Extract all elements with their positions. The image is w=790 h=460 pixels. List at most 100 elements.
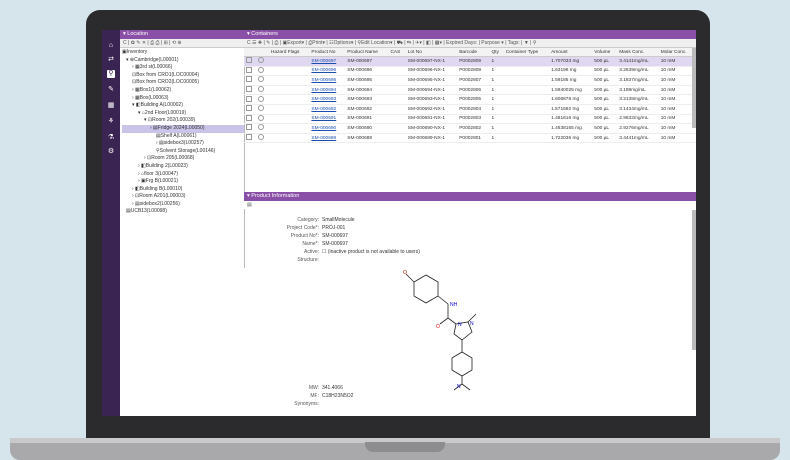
table-row[interactable]: SM-000690 SM-000690 SM-000690-NX-1 P0002802… (244, 123, 696, 134)
table-cell[interactable]: SM-000691 (309, 114, 346, 125)
location-icon[interactable]: ⚲ (107, 70, 115, 78)
row-checkbox[interactable] (246, 86, 252, 93)
tree-item[interactable]: › ▦Box(L00063) (122, 95, 244, 103)
tree-item[interactable]: › ⊡Room A201(L00003) (122, 193, 244, 201)
row-radio[interactable] (258, 114, 265, 121)
tree-item[interactable]: ▾ ⊕Cambridge(L00001) (122, 57, 244, 65)
column-header[interactable]: Container Type (503, 48, 550, 57)
table-cell[interactable]: SM-000696 (309, 66, 346, 77)
tree-item[interactable]: › ▦Box1(L00062) (122, 87, 244, 95)
row-checkbox[interactable] (246, 114, 252, 121)
column-header[interactable]: Molar Conc. (658, 48, 696, 57)
table-cell: SM-000692 (345, 104, 389, 115)
active-checkbox[interactable]: ☐ (inactive product is not available to … (322, 249, 420, 255)
tree-item[interactable]: › ⊡Room 205(L00068) (122, 155, 244, 163)
table-row[interactable]: SM-000697 SM-000697 SM-000697-NX-1 P0002809… (244, 56, 696, 67)
product-toolbar[interactable]: ▤ (244, 201, 696, 209)
table-cell: SM-000690-NX-1 (405, 123, 458, 134)
row-checkbox[interactable] (246, 66, 252, 73)
tree-item[interactable]: ▾ ◧Building A(L00002) (122, 102, 244, 110)
tree-item[interactable]: › ▤sidebox3(L00257) (122, 140, 244, 148)
table-row[interactable]: SM-000694 SM-000694 SM-000694-NX-1 P0002806… (244, 85, 696, 96)
column-header[interactable]: Product Name (345, 48, 389, 57)
settings-icon[interactable]: ⚙ (107, 148, 115, 156)
row-radio[interactable] (258, 105, 265, 112)
product-no-value: SM-000697 (322, 233, 348, 239)
svg-text:N: N (470, 321, 474, 327)
tree-item[interactable]: ⊡Box from CRO1(LOC00004) (122, 72, 244, 80)
column-header[interactable]: Volume (592, 48, 618, 57)
table-cell[interactable]: SM-000692 (309, 104, 346, 115)
table-cell: SM-000696-NX-1 (405, 66, 458, 77)
table-row[interactable]: SM-000693 SM-000693 SM-000693-NX-1 P0002805… (244, 94, 696, 105)
table-cell (388, 114, 406, 125)
location-toolbar[interactable]: C | ✿ ✎ ✕ | ⎙ ⎙ | ⊞ | ⟲ ⊕ (120, 39, 244, 48)
tree-item[interactable]: ▾ ⌂2nd Floor(L00019) (122, 110, 244, 118)
table-cell: 500 µL (592, 114, 618, 125)
tree-item[interactable]: › ⌂floor 3(L00047) (122, 171, 244, 179)
table-cell: P0002804 (457, 104, 490, 115)
row-checkbox[interactable] (246, 124, 252, 131)
column-header[interactable]: Amount (549, 48, 593, 57)
tree-item[interactable]: ▾ ⊡Room 202(L00039) (122, 117, 244, 125)
column-header[interactable]: Product No (309, 48, 346, 57)
table-cell[interactable]: SM-000689 (309, 133, 346, 144)
row-checkbox[interactable] (246, 134, 252, 141)
share-icon[interactable]: ⚘ (107, 118, 115, 126)
flask-icon[interactable]: ⚗ (107, 134, 115, 142)
tree-item[interactable]: › ▤Fridge 2024(L00050) (122, 124, 244, 133)
table-cell: 1 (489, 123, 504, 134)
column-header[interactable]: Barcode (457, 48, 490, 57)
tree-item[interactable]: › ▣Frg B(L00021) (122, 178, 244, 186)
table-cell (388, 66, 406, 77)
row-radio[interactable] (258, 76, 265, 83)
row-radio[interactable] (258, 86, 265, 93)
tree-item[interactable]: › ▤sidebox2(L00256) (122, 201, 244, 209)
inventory-icon[interactable]: ⇄ (107, 56, 115, 64)
column-header[interactable]: Lot No (405, 48, 458, 57)
table-cell[interactable]: SM-000695 (309, 75, 346, 86)
tree-item[interactable]: ▤Shelf A(L00061) (122, 133, 244, 141)
table-row[interactable]: SM-000696 SM-000696 SM-000696-NX-1 P0002808… (244, 66, 696, 77)
table-cell[interactable]: SM-000693 (309, 94, 346, 105)
pipette-icon[interactable]: ✎ (107, 86, 115, 94)
containers-scrollbar[interactable] (692, 48, 696, 128)
row-radio[interactable] (258, 57, 265, 64)
row-checkbox[interactable] (246, 95, 252, 102)
tree-item[interactable]: ⚲Solvent Storage(L00146) (122, 148, 244, 156)
column-header[interactable] (244, 48, 257, 57)
table-cell[interactable]: SM-000694 (309, 85, 346, 96)
table-cell: 500 µL (592, 66, 618, 77)
column-header[interactable]: Hazard Flags (268, 48, 310, 57)
row-radio[interactable] (258, 134, 265, 141)
column-header[interactable]: Mass Conc. (617, 48, 659, 57)
table-row[interactable]: SM-000691 SM-000691 SM-000691-NX-1 P0002803… (244, 114, 696, 125)
table-row[interactable]: SM-000695 SM-000695 SM-000695-NX-1 P0002807… (244, 75, 696, 86)
tree-item[interactable]: ⊡Box from CRO2(LOC00005) (122, 79, 244, 87)
row-radio[interactable] (258, 66, 265, 73)
containers-toolbar[interactable]: C ☰ ✚ | ✎ | ⎙ | ▣Export▾ | ⎙Print▾ | ☷Op… (244, 39, 696, 48)
row-checkbox[interactable] (246, 105, 252, 112)
grid-icon[interactable]: ▦ (107, 102, 115, 110)
table-cell[interactable]: SM-000690 (309, 123, 346, 134)
tree-item[interactable]: › ◧Building 2(L00023) (122, 163, 244, 171)
column-header[interactable]: CAS (388, 48, 406, 57)
table-row[interactable]: SM-000692 SM-000692 SM-000692-NX-1 P0002804… (244, 104, 696, 115)
table-cell: 3.4141mg/mL (617, 56, 659, 67)
row-radio[interactable] (258, 95, 265, 102)
column-header[interactable] (256, 48, 269, 57)
tree-item[interactable]: › ◧Building B(L00010) (122, 186, 244, 194)
tree-item[interactable]: ▣Inventory (122, 49, 244, 57)
table-cell[interactable]: SM-000697 (309, 56, 346, 67)
table-cell: SM-000694-NX-1 (405, 85, 458, 96)
row-checkbox[interactable] (246, 76, 252, 83)
table-row[interactable]: SM-000689 SM-000689 SM-000689-NX-1 P0002801… (244, 133, 696, 144)
tree-item[interactable]: ▤UCB13(L00098) (122, 208, 244, 216)
tree-item[interactable]: › ▦3rd st(L00066) (122, 64, 244, 72)
row-checkbox[interactable] (246, 57, 252, 64)
home-icon[interactable]: ⌂ (107, 42, 115, 50)
column-header[interactable]: Qty (489, 48, 504, 57)
row-radio[interactable] (258, 124, 265, 131)
table-cell (388, 123, 406, 134)
product-scrollbar[interactable] (692, 210, 696, 350)
